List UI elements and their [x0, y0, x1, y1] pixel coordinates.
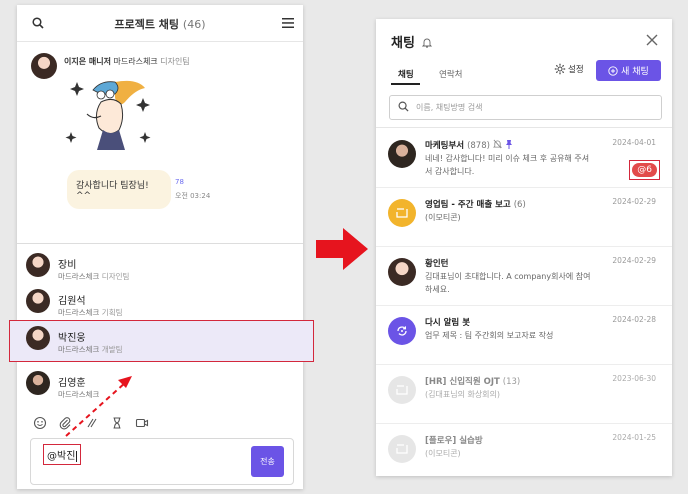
- mention-name: 장비: [58, 260, 77, 271]
- menu-icon[interactable]: [281, 16, 295, 30]
- active-tab-indicator: [391, 83, 420, 85]
- new-chat-button[interactable]: 새 채팅: [596, 60, 661, 81]
- chat-room-preview: (이모티콘): [425, 449, 461, 458]
- send-button[interactable]: 전송: [251, 446, 284, 477]
- pin-icon: [505, 140, 512, 149]
- avatar: [26, 371, 50, 395]
- mention-name: 박진웅: [58, 333, 86, 344]
- chat-room-name: 황인턴: [425, 259, 449, 269]
- bot-icon: [388, 317, 416, 345]
- mention-dept: 마드라스체크 기획팀: [58, 308, 123, 317]
- mention-item-selected[interactable]: 박진웅 마드라스체크 개발팀: [9, 320, 314, 362]
- search-input[interactable]: [414, 99, 648, 116]
- chat-room-name: [HR] 신입직원 OJT (13): [425, 377, 521, 387]
- chat-room-name: [플로우] 실습방: [425, 436, 483, 446]
- bell-icon[interactable]: [422, 37, 433, 48]
- close-icon[interactable]: [645, 33, 659, 47]
- message-time: 오전 03:24: [175, 192, 211, 200]
- avatar: [26, 289, 50, 313]
- message-area: 이지은 매니저 마드라스체크 디자인팀 감사합니다 팀장님! ^^ 78 오전 …: [17, 42, 303, 242]
- message-bubble[interactable]: 감사합니다 팀장님! ^^: [67, 170, 171, 209]
- chat-room-icon: [388, 435, 416, 463]
- emoji-icon[interactable]: [33, 415, 47, 430]
- chat-header: 프로젝트 채팅 (46): [17, 5, 303, 42]
- chat-room-item[interactable]: 황인턴 김대표님이 초대합니다. A company회사에 참여하세요. 202…: [376, 247, 672, 306]
- bell-off-icon: [492, 139, 502, 149]
- avatar: [26, 326, 50, 350]
- chat-title: 프로젝트 채팅 (46): [114, 18, 206, 31]
- chat-room-preview: 김대표님이 초대합니다. A company회사에 참여하세요.: [425, 272, 591, 294]
- read-count: 78: [175, 178, 184, 186]
- search-icon: [398, 101, 409, 112]
- dashed-arrow-annotation: [65, 376, 132, 437]
- plus-chat-icon: [608, 65, 618, 76]
- divider: [376, 127, 672, 128]
- chat-room-name: 영업팀 - 주간 매출 보고 (6): [425, 200, 526, 210]
- chat-room-date: 2023-06-30: [612, 374, 656, 383]
- transition-arrow: [316, 228, 368, 270]
- chat-room-date: 2024-02-28: [612, 315, 656, 324]
- chat-room-date: 2024-02-29: [612, 197, 656, 206]
- chat-room-item[interactable]: 마케팅부서 (878) 네네! 감사합니다! 미리 이슈 체크 후 공유해 주셔…: [376, 129, 672, 188]
- chat-room-avatar: [388, 258, 416, 286]
- chat-list-panel: 채팅 채팅 연락처 설정 새 채팅 마케팅부서 (878) 네네! 감사합니다!…: [376, 19, 672, 476]
- mention-name: 김원석: [58, 296, 86, 307]
- chat-room-date: 2024-02-29: [612, 256, 656, 265]
- mention-suggestion-list: 장비 마드라스체크 디자인팀 김원석 마드라스체크 기획팀 박진웅 마드라스체크…: [9, 243, 314, 399]
- chat-room-item[interactable]: [플로우] 실습방 (이모티콘) 2024-01-25: [376, 424, 672, 482]
- mention-item[interactable]: 장비 마드라스체크 디자인팀: [17, 248, 303, 288]
- chat-room-avatar: [388, 140, 416, 168]
- chat-room-preview: (이모티콘): [425, 213, 461, 222]
- gear-icon: [554, 63, 566, 75]
- chat-room-preview: 네네! 감사합니다! 미리 이슈 체크 후 공유해 주셔서 감사합니다.: [425, 154, 590, 176]
- mention-dept: 마드라스체크 개발팀: [58, 345, 123, 354]
- sender-info: 이지은 매니저 마드라스체크 디자인팀: [64, 57, 190, 66]
- avatar: [26, 253, 50, 277]
- chat-room-name: 마케팅부서 (878): [425, 139, 513, 151]
- mention-item[interactable]: 김원석 마드라스체크 기획팀: [17, 284, 303, 324]
- panel-title: 채팅: [391, 32, 433, 51]
- sender-avatar[interactable]: [31, 53, 57, 79]
- chat-search[interactable]: [389, 95, 662, 120]
- message-composer[interactable]: @박진 전송: [30, 438, 294, 485]
- chat-room-item[interactable]: [HR] 신입직원 OJT (13) (김대표님의 화상회의) 2023-06-…: [376, 365, 672, 424]
- chat-room-date: 2024-01-25: [612, 433, 656, 442]
- tab-chat[interactable]: 채팅: [398, 68, 414, 80]
- settings-button[interactable]: 설정: [554, 63, 584, 75]
- mention-badge: @6: [629, 160, 660, 180]
- chat-room-icon: [388, 199, 416, 227]
- chat-room-name: 다시 알림 봇: [425, 318, 471, 328]
- chat-room-preview: 업무 제목 : 팀 주간회의 보고자료 작성: [425, 331, 554, 340]
- chat-room-preview: (김대표님의 화상회의): [425, 390, 501, 399]
- chat-room-date: 2024-04-01: [612, 138, 656, 147]
- tab-contacts[interactable]: 연락처: [439, 68, 462, 80]
- composer-input[interactable]: @박진: [43, 444, 82, 465]
- mention-dept: 마드라스체크 디자인팀: [58, 272, 130, 281]
- chat-room-item[interactable]: 다시 알림 봇 업무 제목 : 팀 주간회의 보고자료 작성 2024-02-2…: [376, 306, 672, 365]
- chat-room-item[interactable]: 영업팀 - 주간 매출 보고 (6) (이모티콘) 2024-02-29: [376, 188, 672, 247]
- chat-room-icon: [388, 376, 416, 404]
- emoticon-sticker: [63, 74, 157, 154]
